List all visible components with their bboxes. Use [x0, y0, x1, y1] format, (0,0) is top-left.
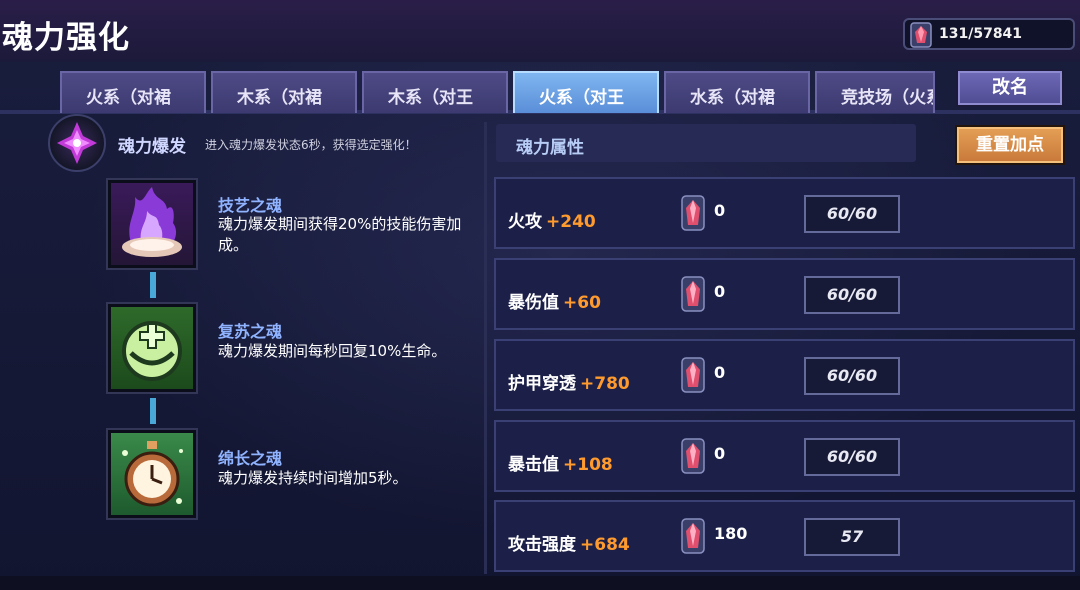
skill-name-craft-soul: 技艺之魂 [218, 196, 283, 215]
attribute-label: 火攻 +240 [508, 207, 596, 232]
attribute-row-armor-pen[interactable]: 护甲穿透 +780 0 60/60 [494, 339, 1075, 411]
currency-display: 131/57841 [903, 18, 1075, 50]
bottom-edge [0, 576, 1080, 590]
skill-desc-endure-soul: 魂力爆发持续时间增加5秒。 [218, 469, 408, 487]
soul-crystal-icon [681, 357, 705, 393]
rename-button[interactable]: 改名 [956, 69, 1064, 107]
panel-divider [484, 122, 487, 574]
page-title: 魂力强化 [2, 20, 130, 56]
tab-water-vs-mobs[interactable]: 水系（对裙 [664, 71, 810, 113]
attribute-cost: 0 [714, 363, 726, 382]
attribute-bonus: +240 [546, 212, 596, 232]
attributes-header: 魂力属性 [496, 124, 916, 162]
soul-burst-description: 进入魂力爆发状态6秒，获得选定强化！ [205, 138, 417, 152]
attribute-label: 护甲穿透 +780 [508, 369, 630, 394]
attribute-bonus: +780 [580, 374, 630, 394]
soul-burst-icon [48, 114, 106, 172]
skill-connector [150, 272, 156, 298]
skill-name-endure-soul: 绵长之魂 [218, 449, 283, 468]
tab-wood-vs-mobs[interactable]: 木系（对裙 [211, 71, 357, 113]
attribute-name: 护甲穿透 [508, 374, 576, 394]
attribute-bonus: +108 [563, 455, 613, 475]
attribute-row-fire-attack[interactable]: 火攻 +240 0 60/60 [494, 177, 1075, 249]
attribute-level: 57 [804, 518, 900, 556]
soul-crystal-icon [681, 195, 705, 231]
stopwatch-icon[interactable] [108, 430, 196, 518]
attributes-title: 魂力属性 [516, 138, 584, 158]
reset-points-button[interactable]: 重置加点 [955, 125, 1065, 165]
attribute-label: 攻击强度 +684 [508, 530, 630, 555]
attribute-cost: 180 [714, 524, 748, 543]
soul-burst-title: 魂力爆发 [118, 137, 186, 157]
soul-crystal-icon [910, 22, 932, 48]
soul-crystal-icon [681, 438, 705, 474]
attribute-level: 60/60 [804, 357, 900, 395]
skill-connector [150, 398, 156, 424]
skill-desc-revive-soul: 魂力爆发期间每秒回复10%生命。 [218, 342, 447, 360]
attribute-row-crit-value[interactable]: 暴击值 +108 0 60/60 [494, 420, 1075, 492]
purple-flame-icon[interactable] [108, 180, 196, 268]
attribute-bonus: +684 [580, 535, 630, 555]
attribute-level: 60/60 [804, 195, 900, 233]
green-heal-icon[interactable] [108, 304, 196, 392]
tab-fire-vs-boss[interactable]: 火系（对王 [513, 71, 659, 113]
attribute-level: 60/60 [804, 438, 900, 476]
attribute-row-crit-damage[interactable]: 暴伤值 +60 0 60/60 [494, 258, 1075, 330]
attribute-label: 暴伤值 +60 [508, 288, 601, 313]
skill-desc-craft-soul: 魂力爆发期间获得20%的技能伤害加成。 [218, 215, 462, 254]
soul-crystal-icon [681, 518, 705, 554]
attribute-row-attack-power[interactable]: 攻击强度 +684 180 57 [494, 500, 1075, 572]
attribute-level: 60/60 [804, 276, 900, 314]
attribute-name: 暴伤值 [508, 293, 559, 313]
attribute-name: 暴击值 [508, 455, 559, 475]
soul-crystal-icon [681, 276, 705, 312]
skill-name-revive-soul: 复苏之魂 [218, 322, 283, 341]
currency-value: 131/57841 [939, 26, 1023, 42]
attribute-cost: 0 [714, 444, 726, 463]
attribute-label: 暴击值 +108 [508, 450, 613, 475]
tab-arena-fire[interactable]: 竞技场（火系 [815, 71, 935, 113]
attribute-cost: 0 [714, 282, 726, 301]
attribute-cost: 0 [714, 201, 726, 220]
tab-fire-vs-mobs[interactable]: 火系（对裙 [60, 71, 206, 113]
tab-wood-vs-boss[interactable]: 木系（对王 [362, 71, 508, 113]
attribute-name: 攻击强度 [508, 535, 576, 555]
attribute-name: 火攻 [508, 212, 542, 232]
attribute-bonus: +60 [563, 293, 601, 313]
soul-burst-row: 魂力爆发 进入魂力爆发状态6秒，获得选定强化！ [48, 114, 488, 174]
